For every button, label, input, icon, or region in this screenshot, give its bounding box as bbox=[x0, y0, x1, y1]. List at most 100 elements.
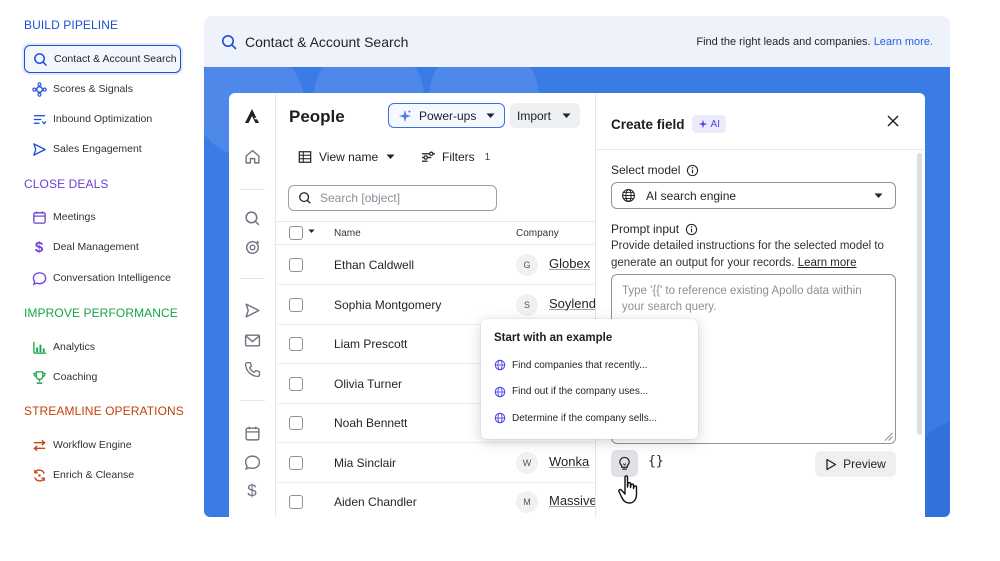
sparkle-icon bbox=[398, 109, 412, 123]
rail-divider bbox=[240, 400, 265, 401]
inbound-icon bbox=[31, 111, 47, 127]
row-checkbox[interactable] bbox=[289, 495, 303, 509]
calendar-icon[interactable] bbox=[243, 424, 261, 442]
page-title: People bbox=[289, 107, 345, 126]
row-checkbox[interactable] bbox=[289, 376, 303, 391]
calendar-icon bbox=[31, 209, 47, 225]
chat-icon bbox=[31, 270, 47, 286]
row-name: Mia Sinclair bbox=[334, 455, 397, 470]
nav-item-label: Contact & Account Search bbox=[54, 53, 177, 65]
rail-divider bbox=[240, 278, 265, 279]
nav-item-scores-signals[interactable]: Scores & Signals bbox=[24, 75, 181, 103]
company-avatar: M bbox=[516, 491, 538, 513]
target-icon[interactable] bbox=[243, 238, 261, 256]
search-icon[interactable] bbox=[243, 209, 261, 227]
feature-header: Contact & Account Search Find the right … bbox=[204, 16, 950, 67]
people-list: People Power-ups Import View name Filter… bbox=[276, 93, 595, 517]
app-window: $ People Power-ups Import View name Filt… bbox=[229, 93, 925, 517]
people-search[interactable] bbox=[288, 185, 497, 211]
dollar-icon: $ bbox=[34, 238, 44, 256]
examples-button[interactable] bbox=[611, 450, 638, 477]
nav-item-deal-management[interactable]: $ Deal Management bbox=[24, 233, 181, 261]
row-checkbox[interactable] bbox=[289, 297, 303, 312]
create-field-panel: Create field AI Select model AI search e… bbox=[595, 93, 925, 517]
row-checkbox[interactable] bbox=[289, 416, 303, 430]
feature-title: Contact & Account Search bbox=[245, 33, 409, 50]
view-selector[interactable]: View name bbox=[298, 150, 395, 164]
globe-icon bbox=[494, 386, 506, 398]
info-icon[interactable] bbox=[685, 223, 698, 236]
nav-item-enrich-cleanse[interactable]: Enrich & Cleanse bbox=[24, 461, 181, 489]
row-company-link[interactable]: Massive bbox=[549, 493, 595, 508]
section-heading-streamline-operations: STREAMLINE OPERATIONS bbox=[24, 404, 184, 418]
phone-icon[interactable] bbox=[243, 360, 261, 378]
power-ups-button[interactable]: Power-ups bbox=[388, 103, 505, 128]
column-header-name[interactable]: Name bbox=[334, 228, 361, 239]
popover-title: Start with an example bbox=[494, 332, 613, 344]
nav-item-analytics[interactable]: Analytics bbox=[24, 333, 181, 361]
select-model-label: Select model bbox=[611, 163, 699, 177]
prompt-learn-more-link[interactable]: Learn more bbox=[798, 257, 857, 269]
row-name: Olivia Turner bbox=[334, 376, 403, 391]
feature-tagline: Find the right leads and companies. Lear… bbox=[696, 36, 933, 48]
section-heading-close-deals: CLOSE DEALS bbox=[24, 177, 109, 191]
home-icon[interactable] bbox=[243, 147, 261, 165]
section-heading-improve-performance: IMPROVE PERFORMANCE bbox=[24, 306, 178, 320]
icon-rail: $ bbox=[229, 93, 276, 517]
chat-icon[interactable] bbox=[243, 453, 261, 471]
row-company-link[interactable]: Soylend bbox=[549, 296, 595, 311]
row-name: Ethan Caldwell bbox=[334, 258, 415, 272]
learn-more-link[interactable]: Learn more. bbox=[874, 36, 933, 48]
send-icon bbox=[31, 141, 47, 157]
panel-scrollbar[interactable] bbox=[917, 153, 922, 435]
import-button[interactable]: Import bbox=[510, 103, 580, 128]
nav-item-label: Coaching bbox=[53, 371, 98, 383]
row-name: Noah Bennett bbox=[334, 416, 408, 430]
nav-item-workflow-engine[interactable]: Workflow Engine bbox=[24, 431, 181, 459]
table-row[interactable]: Mia Sinclair W Wonka bbox=[276, 443, 595, 483]
row-checkbox[interactable] bbox=[289, 258, 303, 272]
filters-button[interactable]: Filters 1 bbox=[421, 150, 490, 164]
table-row[interactable]: Aiden Chandler M Massive bbox=[276, 482, 595, 517]
nav-item-conversation-intelligence[interactable]: Conversation Intelligence bbox=[24, 264, 181, 292]
refresh-icon bbox=[31, 467, 47, 483]
mail-icon[interactable] bbox=[243, 331, 261, 349]
model-select[interactable]: AI search engine bbox=[611, 182, 896, 209]
bar-chart-icon bbox=[31, 339, 47, 355]
nav-item-label: Enrich & Cleanse bbox=[53, 469, 135, 481]
search-input[interactable] bbox=[320, 191, 480, 205]
apollo-logo-icon[interactable] bbox=[243, 107, 261, 125]
example-prompt-item[interactable]: Find companies that recently... bbox=[494, 359, 647, 371]
select-all-checkbox[interactable] bbox=[289, 226, 303, 240]
dollar-icon[interactable]: $ bbox=[243, 481, 261, 500]
row-checkbox[interactable] bbox=[289, 337, 303, 351]
chevron-down-icon[interactable] bbox=[308, 229, 315, 234]
nav-item-meetings[interactable]: Meetings bbox=[24, 203, 181, 231]
example-prompt-label: Determine if the company sells... bbox=[512, 412, 658, 424]
row-company-link[interactable]: Globex bbox=[549, 256, 590, 271]
close-icon[interactable] bbox=[885, 113, 901, 129]
nav-item-contact-account-search[interactable]: Contact & Account Search bbox=[24, 45, 181, 73]
info-icon[interactable] bbox=[686, 164, 699, 177]
row-company-link[interactable]: Wonka bbox=[549, 454, 589, 469]
insert-variable-button[interactable]: {} bbox=[648, 454, 664, 469]
nav-item-sales-engagement[interactable]: Sales Engagement bbox=[24, 135, 181, 163]
example-prompt-label: Find companies that recently... bbox=[512, 359, 648, 371]
nav-item-inbound-optimization[interactable]: Inbound Optimization bbox=[24, 105, 181, 133]
rail-divider bbox=[240, 189, 265, 190]
resize-handle-icon[interactable] bbox=[884, 432, 893, 441]
section-heading-build-pipeline: BUILD PIPELINE bbox=[24, 18, 119, 32]
nav-item-coaching[interactable]: Coaching bbox=[24, 363, 181, 391]
signals-icon bbox=[31, 81, 47, 97]
example-prompt-item[interactable]: Determine if the company sells... bbox=[494, 412, 657, 424]
example-prompt-item[interactable]: Find out if the company uses... bbox=[494, 386, 648, 398]
send-icon[interactable] bbox=[243, 301, 261, 319]
panel-title: Create field bbox=[611, 116, 685, 132]
company-avatar: W bbox=[516, 451, 538, 474]
company-avatar: S bbox=[516, 293, 538, 316]
row-checkbox[interactable] bbox=[289, 455, 303, 470]
column-header-company[interactable]: Company bbox=[516, 228, 559, 239]
preview-button[interactable]: Preview bbox=[815, 451, 896, 477]
table-row[interactable]: Ethan Caldwell G Globex bbox=[276, 245, 595, 285]
table-icon bbox=[298, 150, 312, 164]
